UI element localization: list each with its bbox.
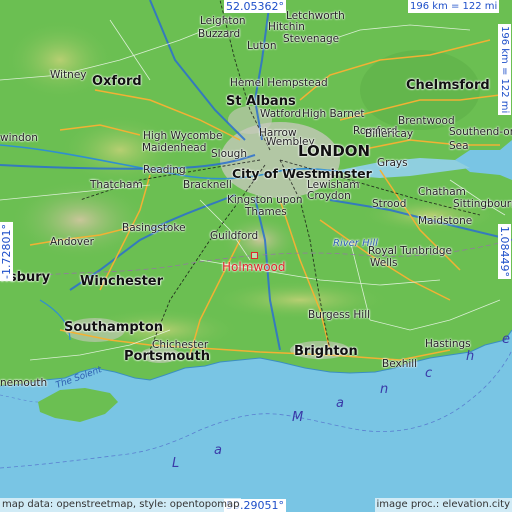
place-label: Grays	[377, 157, 408, 169]
place-label: windon	[0, 132, 38, 144]
place-label-london: LONDON	[298, 142, 371, 160]
place-label: Wells	[370, 257, 398, 269]
place-label: Hitchin	[268, 21, 305, 33]
place-label: Watford	[260, 108, 302, 120]
place-label: Sea	[449, 140, 469, 152]
place-label: St Albans	[226, 94, 296, 109]
place-label: Andover	[50, 236, 94, 248]
sea-label-letter: e	[502, 332, 510, 347]
place-label: Hastings	[425, 338, 471, 350]
footer-credits-left: map data: openstreetmap, style: opentopo…	[0, 498, 242, 512]
sea-label-letter: n	[380, 382, 389, 397]
place-label: City of Westminster	[232, 166, 372, 181]
place-label: Guildford	[210, 230, 259, 242]
place-label: Kingston upon	[227, 194, 303, 206]
place-label: Maidenhead	[142, 142, 207, 154]
place-label: Bracknell	[183, 179, 232, 191]
place-label: Portsmouth	[124, 349, 211, 364]
place-label: Thatcham	[90, 179, 143, 191]
place-label: Thames	[245, 206, 287, 218]
place-label: Hemel Hempstead	[230, 77, 328, 89]
place-label: Oxford	[92, 74, 142, 89]
sea-label-letter: M	[292, 410, 304, 425]
scale-top: 196 km = 122 mi	[408, 0, 500, 13]
place-label: Slough	[211, 148, 247, 160]
focus-place-label: Holmwood	[222, 260, 286, 274]
place-label: Billericay	[365, 128, 414, 140]
place-label: Brentwood	[398, 115, 455, 127]
location-marker-icon[interactable]	[251, 252, 258, 259]
place-label: Basingstoke	[122, 222, 186, 234]
place-label: Winchester	[80, 274, 164, 289]
sea-label-letter: a	[214, 443, 222, 458]
scale-right: 196 km = 122 mi	[498, 24, 511, 116]
map-view[interactable]: Leighton Buzzard Letchworth Hitchin Stev…	[0, 0, 512, 512]
place-label: Croydon	[307, 190, 351, 202]
place-label: Chelmsford	[406, 78, 490, 93]
place-label: Royal Tunbridge	[368, 245, 452, 257]
place-label: Brighton	[294, 344, 358, 359]
place-label: High Wycombe	[143, 130, 223, 142]
place-label: Leighton	[200, 15, 246, 27]
place-label: Witney	[50, 69, 87, 81]
place-label: Reading	[143, 164, 186, 176]
place-label: Stevenage	[283, 33, 340, 45]
place-label: High Barnet	[302, 108, 365, 120]
sea-label-letter: L	[172, 456, 180, 471]
place-label: Buzzard	[198, 28, 241, 40]
place-label: Bexhill	[382, 358, 418, 370]
sea-label-letter: h	[466, 349, 475, 364]
place-label: Southend-on-	[449, 126, 512, 138]
coord-left: -1.72801°	[0, 222, 13, 281]
place-label: Luton	[247, 40, 277, 52]
sea-label-letter: c	[425, 366, 433, 381]
place-label: nemouth	[0, 377, 48, 389]
footer-credits-right: image proc.: elevation.city	[374, 498, 512, 512]
place-label: Southampton	[64, 320, 164, 335]
place-label: Chatham	[418, 186, 466, 198]
place-label: Maidstone	[418, 215, 473, 227]
place-label: Sittingbourne	[453, 198, 512, 210]
place-label: Strood	[372, 198, 407, 210]
sea-label-letter: a	[336, 396, 344, 411]
coord-top: 52.05362°	[224, 0, 286, 13]
place-label: Burgess Hill	[308, 309, 371, 321]
coord-right: 1.08449°	[498, 224, 511, 279]
